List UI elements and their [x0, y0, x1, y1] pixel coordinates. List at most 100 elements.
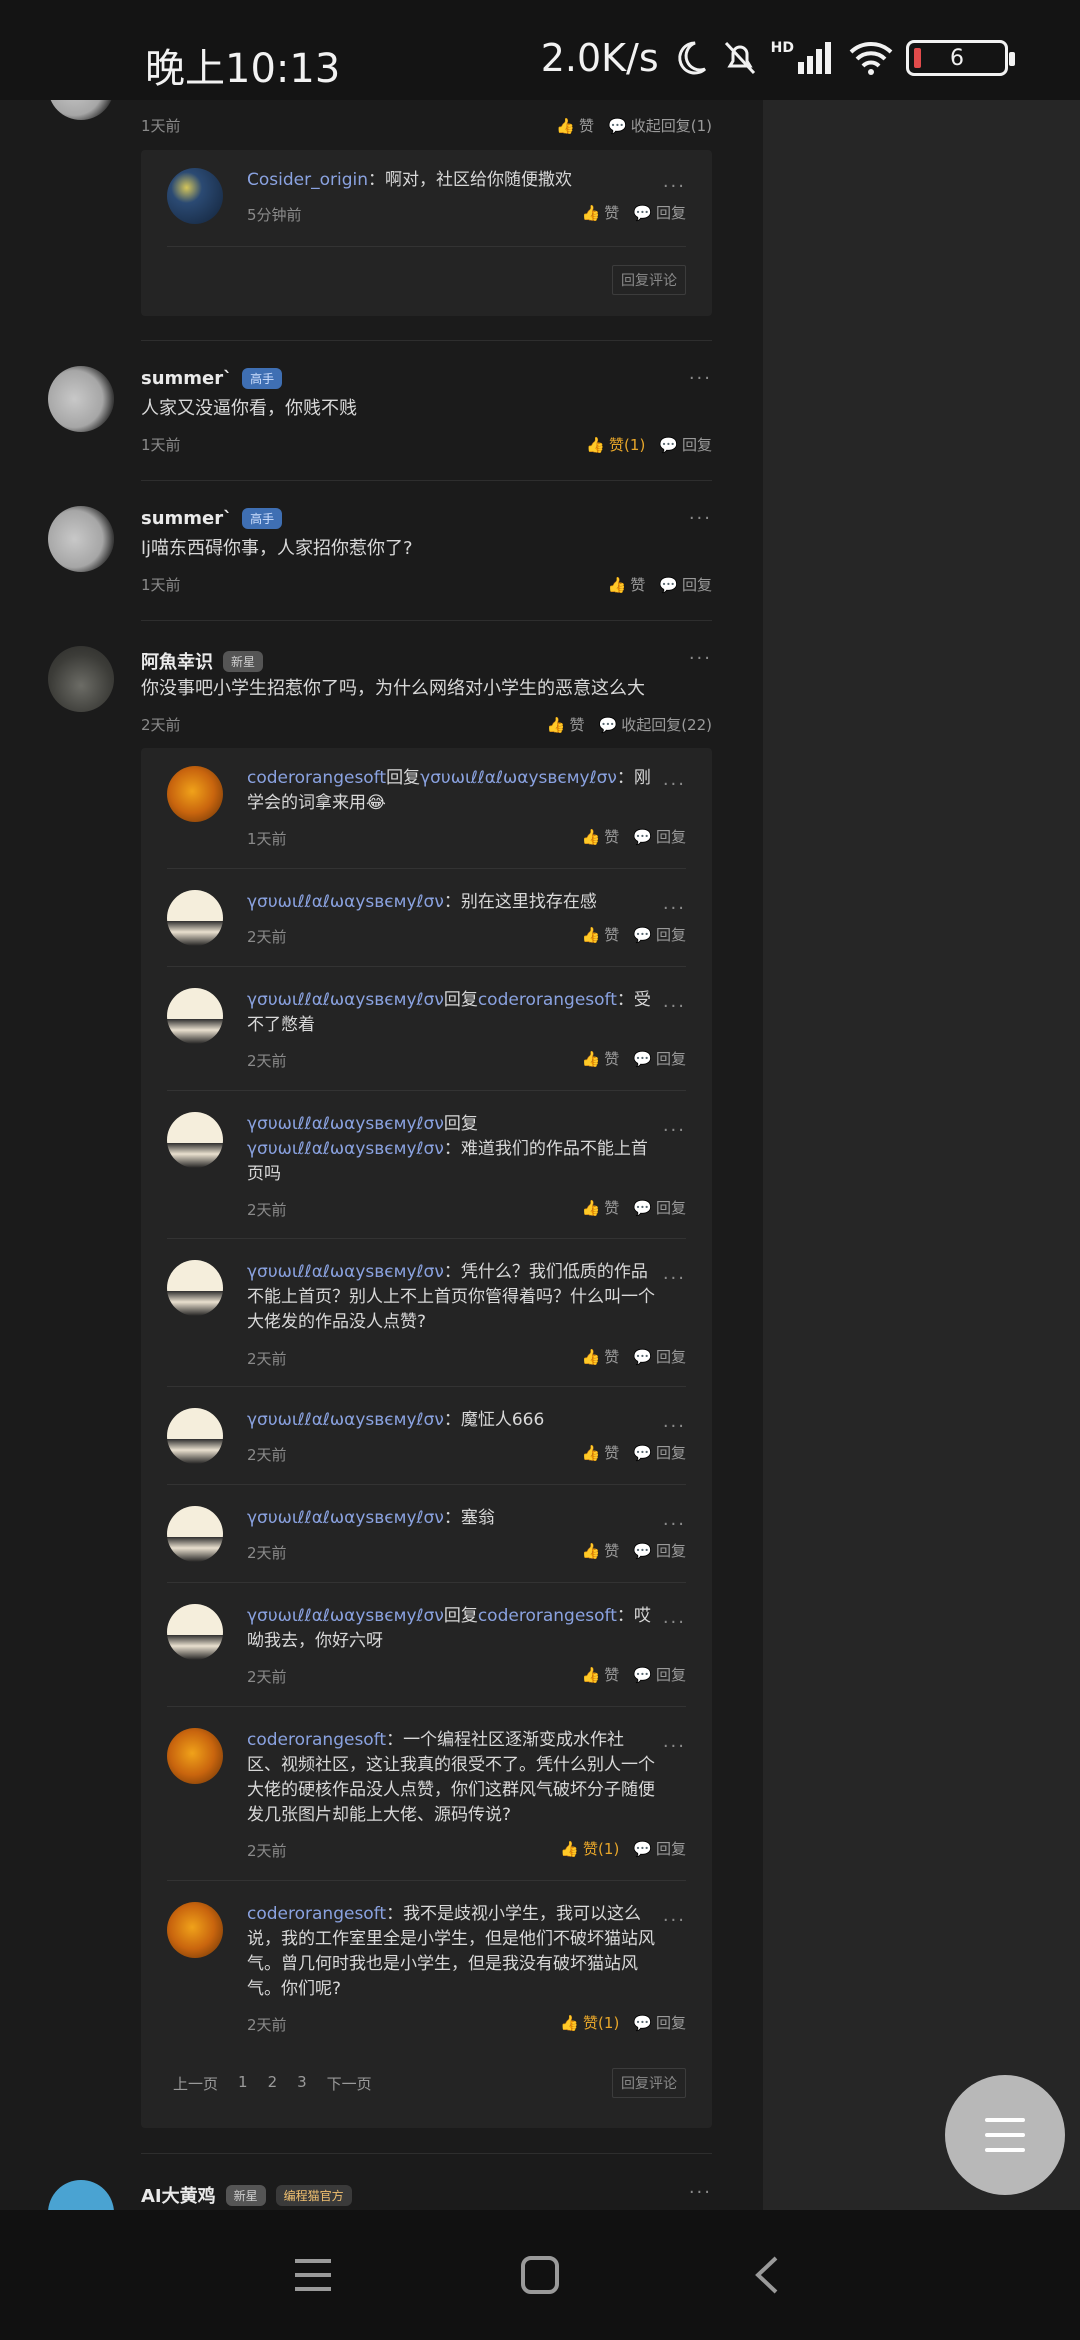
avatar[interactable] — [48, 646, 114, 712]
like-button[interactable]: 👍 赞 — [582, 1346, 620, 1367]
avatar[interactable] — [167, 766, 223, 822]
more-options-icon[interactable]: ··· — [663, 1514, 686, 1535]
reply-button[interactable]: 💬 回复 — [633, 924, 686, 945]
recents-button[interactable] — [283, 2245, 343, 2305]
like-button[interactable]: 👍 赞 — [582, 1442, 620, 1463]
more-options-icon[interactable]: ··· — [663, 1416, 686, 1437]
avatar[interactable] — [167, 1604, 223, 1660]
more-options-icon[interactable]: ··· — [663, 1736, 686, 1757]
avatar[interactable] — [167, 1112, 223, 1168]
reply-text: coderorangesoft：我不是歧视小学生，我可以这么说，我的工作室里全是… — [247, 1902, 657, 2002]
like-button[interactable]: 👍 赞 — [582, 1540, 620, 1561]
more-options-icon[interactable]: ··· — [663, 176, 686, 197]
avatar[interactable] — [167, 168, 223, 224]
like-button[interactable]: 👍 赞 — [547, 714, 585, 735]
avatar[interactable] — [48, 506, 114, 572]
comment-author[interactable]: 阿魚幸识 新星 — [141, 648, 264, 674]
prev-page-link[interactable]: 上一页 — [173, 2073, 218, 2094]
like-button[interactable]: 👍 赞 — [582, 924, 620, 945]
like-button[interactable]: 👍 赞 — [582, 1048, 620, 1069]
avatar[interactable] — [167, 1260, 223, 1316]
reply-button[interactable]: 💬 回复 — [633, 1048, 686, 1069]
reply-username[interactable]: Cosider_origin — [247, 170, 368, 190]
reply-button[interactable]: 💬 回复 — [659, 434, 712, 455]
reply-button[interactable]: 💬 回复 — [633, 1838, 686, 1859]
avatar[interactable] — [48, 366, 114, 432]
home-button[interactable] — [510, 2245, 570, 2305]
page-1-link[interactable]: 1 — [238, 2073, 248, 2094]
more-options-icon[interactable]: ··· — [663, 996, 686, 1017]
more-options-icon[interactable]: ··· — [689, 2182, 712, 2203]
reply-comment-button[interactable]: 回复评论 — [612, 2068, 686, 2098]
reply-button[interactable]: 💬 回复 — [633, 2012, 686, 2033]
more-options-icon[interactable]: ··· — [663, 1910, 686, 1931]
reply-button[interactable]: 💬 回复 — [633, 1346, 686, 1367]
back-button[interactable] — [737, 2245, 797, 2305]
reply-target[interactable]: coderorangesoft — [478, 990, 617, 1010]
more-options-icon[interactable]: ··· — [663, 1268, 686, 1289]
avatar[interactable] — [167, 890, 223, 946]
page-2-link[interactable]: 2 — [268, 2073, 278, 2094]
reply-target[interactable]: γσυωιℓℓαℓωαуѕвємуℓσν — [247, 1139, 444, 1159]
like-button[interactable]: 👍 赞 — [608, 574, 646, 595]
reply-username[interactable]: γσυωιℓℓαℓωαуѕвємуℓσν — [247, 1410, 444, 1430]
avatar[interactable] — [48, 100, 114, 120]
reply-username[interactable]: γσυωιℓℓαℓωαуѕвємуℓσν — [247, 1114, 444, 1134]
comment-time: 2天前 — [141, 716, 181, 734]
reply-username[interactable]: γσυωιℓℓαℓωαуѕвємуℓσν — [247, 1606, 444, 1626]
more-options-icon[interactable]: ··· — [663, 1612, 686, 1633]
like-button[interactable]: 👍 赞 — [556, 115, 594, 136]
collapse-replies-button[interactable]: 💬 收起回复(1) — [608, 115, 712, 136]
reply-button[interactable]: 💬 回复 — [659, 574, 712, 595]
reply-button[interactable]: 💬 回复 — [633, 1664, 686, 1685]
menu-fab[interactable] — [945, 2075, 1065, 2195]
next-page-link[interactable]: 下一页 — [327, 2073, 372, 2094]
reply-username[interactable]: coderorangesoft — [247, 1904, 386, 1924]
reply-username[interactable]: coderorangesoft — [247, 1730, 386, 1750]
like-button[interactable]: 👍 赞 — [582, 826, 620, 847]
reply-target[interactable]: coderorangesoft — [478, 1606, 617, 1626]
status-bar: 晚上10:13 2.0K/s HD 6 — [0, 0, 1080, 100]
more-options-icon[interactable]: ··· — [689, 508, 712, 529]
divider — [141, 2153, 712, 2154]
reply-button[interactable]: 💬 回复 — [633, 826, 686, 847]
reply-button[interactable]: 💬 回复 — [633, 1540, 686, 1561]
more-options-icon[interactable]: ··· — [663, 1120, 686, 1141]
comment-author[interactable]: summer` 高手 — [141, 508, 283, 529]
avatar[interactable] — [167, 1728, 223, 1784]
more-options-icon[interactable]: ··· — [663, 774, 686, 795]
reply-button[interactable]: 💬 回复 — [633, 202, 686, 223]
avatar[interactable] — [167, 1902, 223, 1958]
page-3-link[interactable]: 3 — [297, 2073, 307, 2094]
more-options-icon[interactable]: ··· — [689, 648, 712, 669]
comment-author[interactable]: AI大黄鸡 新星 编程猫官方 — [141, 2182, 352, 2208]
reply-username[interactable]: γσυωιℓℓαℓωαуѕвємуℓσν — [247, 1508, 444, 1528]
thumb-up-icon: 👍 — [581, 1665, 601, 1684]
colon: ： — [443, 1410, 461, 1430]
like-button[interactable]: 👍 赞 — [582, 202, 620, 223]
avatar[interactable] — [167, 1506, 223, 1562]
reply-username[interactable]: γσυωιℓℓαℓωαуѕвємуℓσν — [247, 990, 444, 1010]
reply-button[interactable]: 💬 回复 — [633, 1197, 686, 1218]
reply-username[interactable]: γσυωιℓℓαℓωαуѕвємуℓσν — [247, 1262, 444, 1282]
reply-target[interactable]: γσυωιℓℓαℓωαуѕвємуℓσν — [420, 768, 617, 788]
collapse-replies-button[interactable]: 💬 收起回复(22) — [599, 714, 712, 735]
like-button[interactable]: 👍 赞(1) — [560, 2012, 619, 2033]
avatar[interactable] — [48, 2180, 114, 2210]
reply-button[interactable]: 💬 回复 — [633, 1442, 686, 1463]
more-options-icon[interactable]: ··· — [689, 368, 712, 389]
reply-username[interactable]: coderorangesoft — [247, 768, 386, 788]
like-button[interactable]: 👍 赞 — [582, 1197, 620, 1218]
comment-feed[interactable]: 1天前 👍 赞 💬 收起回复(1) Cosider_origin：啊对，社区给你随便… — [0, 100, 763, 2210]
reply-time: 2天前 — [247, 1446, 287, 1464]
reply-username[interactable]: γσυωιℓℓαℓωαуѕвємуℓσν — [247, 892, 444, 912]
more-options-icon[interactable]: ··· — [663, 898, 686, 919]
divider — [167, 1880, 686, 1881]
avatar[interactable] — [167, 988, 223, 1044]
like-button[interactable]: 👍 赞 — [582, 1664, 620, 1685]
comment-author[interactable]: summer` 高手 — [141, 368, 283, 389]
avatar[interactable] — [167, 1408, 223, 1464]
reply-comment-button[interactable]: 回复评论 — [612, 265, 686, 295]
like-button[interactable]: 👍 赞(1) — [560, 1838, 619, 1859]
like-button[interactable]: 👍 赞(1) — [586, 434, 645, 455]
